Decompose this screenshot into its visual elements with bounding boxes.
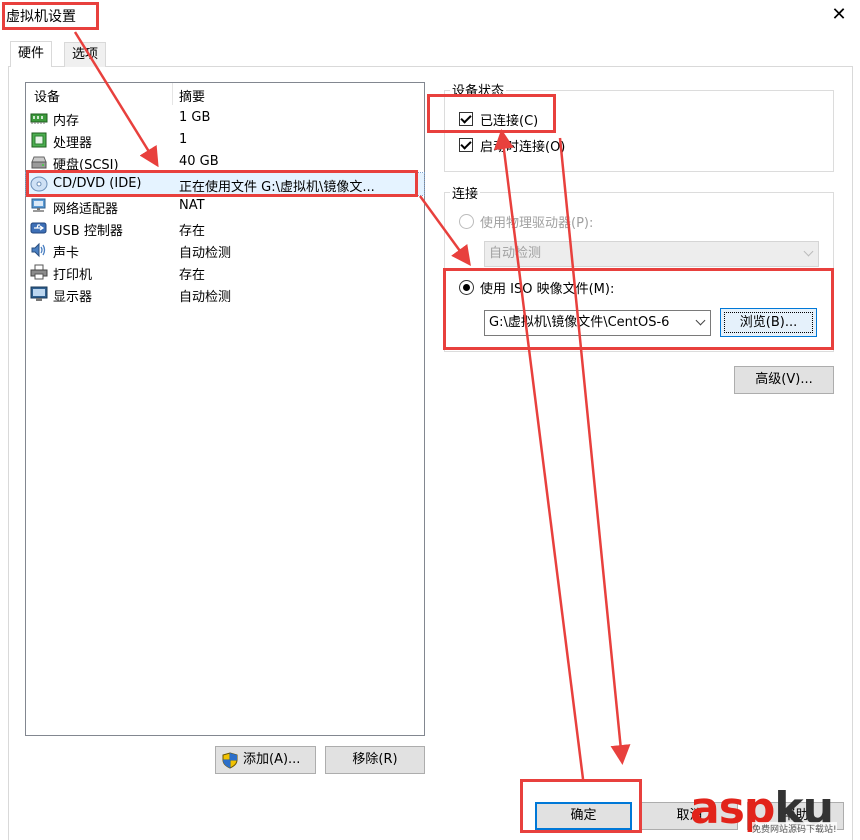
device-name: 网络适配器 xyxy=(53,202,119,217)
device-summary: 1 xyxy=(179,132,188,147)
annotation-box-iso xyxy=(443,268,834,350)
list-header: 设备 摘要 xyxy=(26,83,424,105)
device-name: 内存 xyxy=(53,114,80,129)
remove-device-button[interactable]: 移除(R) xyxy=(325,746,425,774)
tab-hardware[interactable]: 硬件 xyxy=(10,41,53,67)
device-row-network-adapter[interactable]: 网络适配器 NAT xyxy=(26,195,424,217)
device-name: USB 控制器 xyxy=(53,224,123,239)
shield-icon xyxy=(222,752,238,769)
device-summary: 存在 xyxy=(179,268,206,283)
physical-drive-value: 自动检测 xyxy=(489,246,542,261)
device-name: 打印机 xyxy=(53,268,93,283)
device-name: 显示器 xyxy=(53,290,93,305)
close-icon[interactable]: ✕ xyxy=(826,2,852,28)
device-row-usb-controller[interactable]: USB 控制器 存在 xyxy=(26,217,424,239)
device-summary: 1 GB xyxy=(179,110,211,125)
column-header-summary[interactable]: 摘要 xyxy=(179,86,205,105)
physical-drive-label[interactable]: 使用物理驱动器(P): xyxy=(480,212,593,231)
connect-at-power-on-label[interactable]: 启动时连接(O) xyxy=(480,136,565,155)
printer-icon xyxy=(30,264,48,280)
physical-drive-select[interactable]: 自动检测 xyxy=(484,241,819,267)
device-row-sound-card[interactable]: 声卡 自动检测 xyxy=(26,239,424,261)
usb-icon xyxy=(30,222,47,234)
annotation-box-connected xyxy=(427,94,556,133)
column-header-device[interactable]: 设备 xyxy=(34,86,60,105)
memory-icon xyxy=(30,113,48,124)
watermark-subtitle: 免费网站源码下载站! xyxy=(752,822,837,835)
connect-at-power-on-checkbox[interactable] xyxy=(459,138,473,152)
advanced-button[interactable]: 高级(V)... xyxy=(734,366,834,394)
device-summary: NAT xyxy=(179,198,205,213)
add-device-label: 添加(A)... xyxy=(243,752,301,767)
hard-disk-icon xyxy=(31,156,47,169)
device-name: 声卡 xyxy=(53,246,80,261)
annotation-box-cd-dvd xyxy=(26,170,418,197)
tab-options[interactable]: 选项 xyxy=(64,42,107,67)
chevron-down-icon xyxy=(803,246,814,257)
annotation-box-title xyxy=(2,2,99,30)
connection-title: 连接 xyxy=(450,183,481,202)
device-summary: 自动检测 xyxy=(179,290,232,305)
device-row-memory[interactable]: 内存 1 GB xyxy=(26,107,424,129)
device-row-printer[interactable]: 打印机 存在 xyxy=(26,261,424,283)
display-icon xyxy=(30,286,48,301)
device-row-display[interactable]: 显示器 自动检测 xyxy=(26,283,424,305)
network-adapter-icon xyxy=(31,198,46,212)
device-row-processor[interactable]: 处理器 1 xyxy=(26,129,424,151)
annotation-box-ok xyxy=(520,779,642,833)
add-device-button[interactable]: 添加(A)... xyxy=(215,746,316,774)
device-summary: 存在 xyxy=(179,224,206,239)
physical-drive-radio[interactable] xyxy=(459,214,474,229)
device-name: 处理器 xyxy=(53,136,93,151)
device-summary: 自动检测 xyxy=(179,246,232,261)
device-summary: 40 GB xyxy=(179,154,219,169)
sound-card-icon xyxy=(31,242,46,258)
processor-icon xyxy=(31,132,47,148)
